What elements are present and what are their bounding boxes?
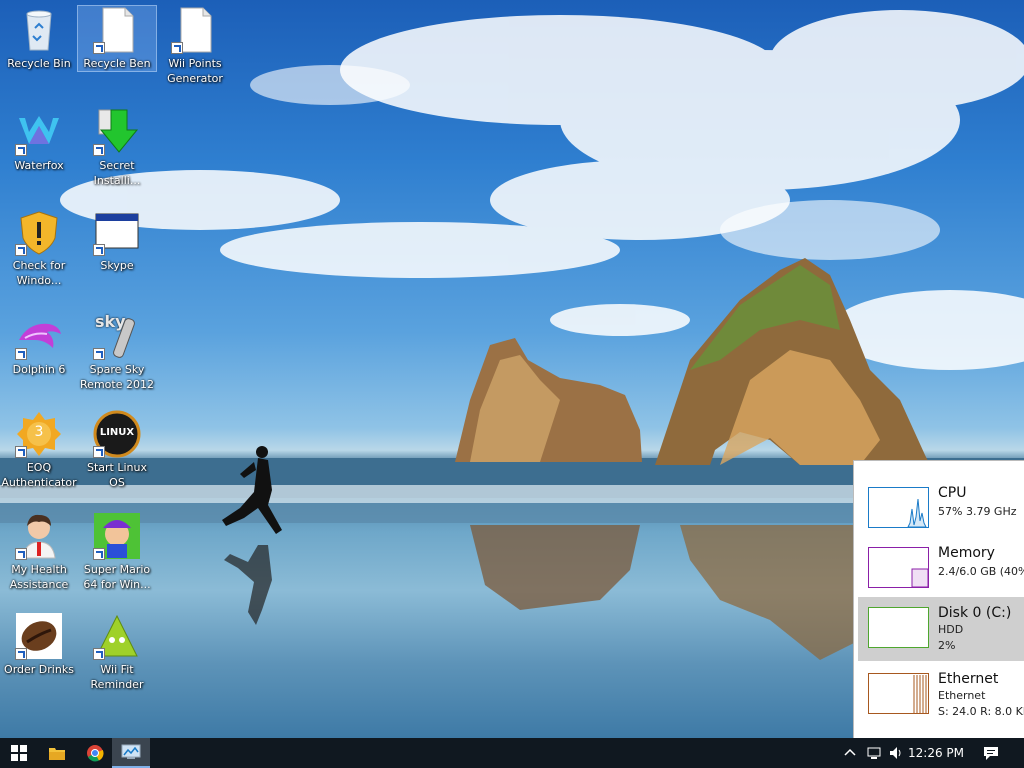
resource-title: CPU [938,485,967,501]
window-icon [93,208,141,256]
windows-logo-icon [11,745,27,761]
ethernet-graph [868,673,929,714]
resource-monitor-flyout: CPU 57% 3.79 GHz Memory 2.4/6.0 GB (40%)… [853,460,1024,738]
shortcut-arrow-icon [93,548,105,560]
shield-warning-icon [15,208,63,256]
desktop-icon-label: Order Drinks [4,663,74,676]
resource-item-disk[interactable]: Disk 0 (C:) HDD 2% [858,597,1024,661]
volume-icon[interactable] [888,745,904,761]
folder-icon [49,748,65,760]
resource-detail: 2% [938,639,956,652]
resource-detail: 2.4/6.0 GB (40%) [938,565,1024,578]
dolphin-icon [15,312,63,360]
shortcut-arrow-icon [93,348,105,360]
desktop-icon-label: My Health Assistance [9,563,69,591]
doctor-avatar-icon [15,512,63,560]
resource-detail: 57% 3.79 GHz [938,505,1017,518]
eoq-authenticator-icon: 3 [15,410,63,458]
file-icon [93,6,141,54]
network-icon[interactable] [866,745,882,761]
desktop-icon-label: Wii Fit Reminder [90,663,144,691]
chrome-button[interactable] [76,738,114,768]
desktop-icon-spare-sky-remote[interactable]: sky Spare Sky Remote 2012 [78,312,156,392]
desktop-icon-label: Skype [100,259,134,272]
desktop-icon-waterfox[interactable]: Waterfox [0,108,78,173]
disk-graph [868,607,929,648]
desktop-icon-skype[interactable]: Skype [78,208,156,273]
desktop-icon-label: Wii Points Generator [167,57,223,85]
memory-graph [868,547,929,588]
shortcut-arrow-icon [93,42,105,54]
desktop-icon-dolphin[interactable]: Dolphin 6 [0,312,78,377]
file-explorer-button[interactable] [38,738,76,768]
desktop-icon-eoq-authenticator[interactable]: 3 EOQ Authenticator [0,410,78,490]
action-center-icon[interactable] [983,745,999,761]
task-manager-button[interactable] [112,738,150,768]
shortcut-arrow-icon [15,144,27,156]
resource-item-cpu[interactable]: CPU 57% 3.79 GHz [858,477,1024,541]
resource-title: Disk 0 (C:) [938,605,1012,621]
desktop-icon-label: Spare Sky Remote 2012 [80,363,154,391]
desktop-icon-label: EOQ Authenticator [1,461,77,489]
wii-fit-icon [93,612,141,660]
linux-badge: LINUX [99,427,135,438]
shortcut-arrow-icon [171,42,183,54]
mario-icon [93,512,141,560]
desktop-icon-start-linux-os[interactable]: LINUX Start Linux OS [78,410,156,490]
desktop-icon-label: Recycle Ben [83,57,151,70]
download-arrow-icon [93,108,141,156]
desktop-icon-label: Check for Windo... [12,259,66,287]
taskbar: 12:26 PM [0,738,1024,768]
desktop-icon-label: Secret Installi... [93,159,141,187]
desktop-icon-label: Super Mario 64 for Win... [83,563,151,591]
desktop-icon-my-health-assistance[interactable]: My Health Assistance [0,512,78,592]
desktop-icon-label: Start Linux OS [86,461,147,489]
task-manager-icon [121,744,141,759]
waterfox-icon [15,108,63,156]
cpu-graph [868,487,929,528]
resource-item-memory[interactable]: Memory 2.4/6.0 GB (40%) [858,537,1024,601]
resource-type: Ethernet [938,689,986,702]
desktop-icon-super-mario-64[interactable]: Super Mario 64 for Win... [78,512,156,592]
resource-detail: S: 24.0 R: 8.0 Kbps [938,705,1024,718]
resource-type: HDD [938,623,964,636]
desktop-icon-label: Recycle Bin [7,57,71,70]
recycle-bin-icon [15,6,63,54]
start-button[interactable] [0,738,38,768]
desktop-icon-order-drinks[interactable]: Order Drinks [0,612,78,677]
resource-title: Memory [938,545,995,561]
chrome-icon [87,745,104,762]
shortcut-arrow-icon [15,548,27,560]
file-icon [171,6,219,54]
shortcut-arrow-icon [15,348,27,360]
desktop-icon-secret-installer[interactable]: Secret Installi... [78,108,156,188]
coffee-bean-icon [15,612,63,660]
desktop-icon-label: Dolphin 6 [12,363,66,376]
resource-title: Ethernet [938,671,999,687]
shortcut-arrow-icon [15,244,27,256]
desktop-icon-recycle-bin[interactable]: Recycle Bin [0,6,78,71]
desktop-icon-wii-fit-reminder[interactable]: Wii Fit Reminder [78,612,156,692]
remote-control-icon: sky [93,312,141,360]
desktop-icon-label: Waterfox [14,159,64,172]
desktop-icon-check-for-windows[interactable]: Check for Windo... [0,208,78,288]
eoq-badge: 3 [34,424,44,440]
shortcut-arrow-icon [93,144,105,156]
shortcut-arrow-icon [93,648,105,660]
shortcut-arrow-icon [15,648,27,660]
desktop-icon-wii-points-generator[interactable]: Wii Points Generator [156,6,234,86]
shortcut-arrow-icon [93,244,105,256]
linux-icon: LINUX [93,410,141,458]
resource-item-ethernet[interactable]: Ethernet Ethernet S: 24.0 R: 8.0 Kbps [858,663,1024,727]
taskbar-clock[interactable]: 12:26 PM [908,738,964,768]
shortcut-arrow-icon [15,446,27,458]
desktop-icon-recycle-ben[interactable]: Recycle Ben [77,5,157,72]
shortcut-arrow-icon [93,446,105,458]
show-hidden-icons-chevron-icon[interactable] [842,745,858,761]
